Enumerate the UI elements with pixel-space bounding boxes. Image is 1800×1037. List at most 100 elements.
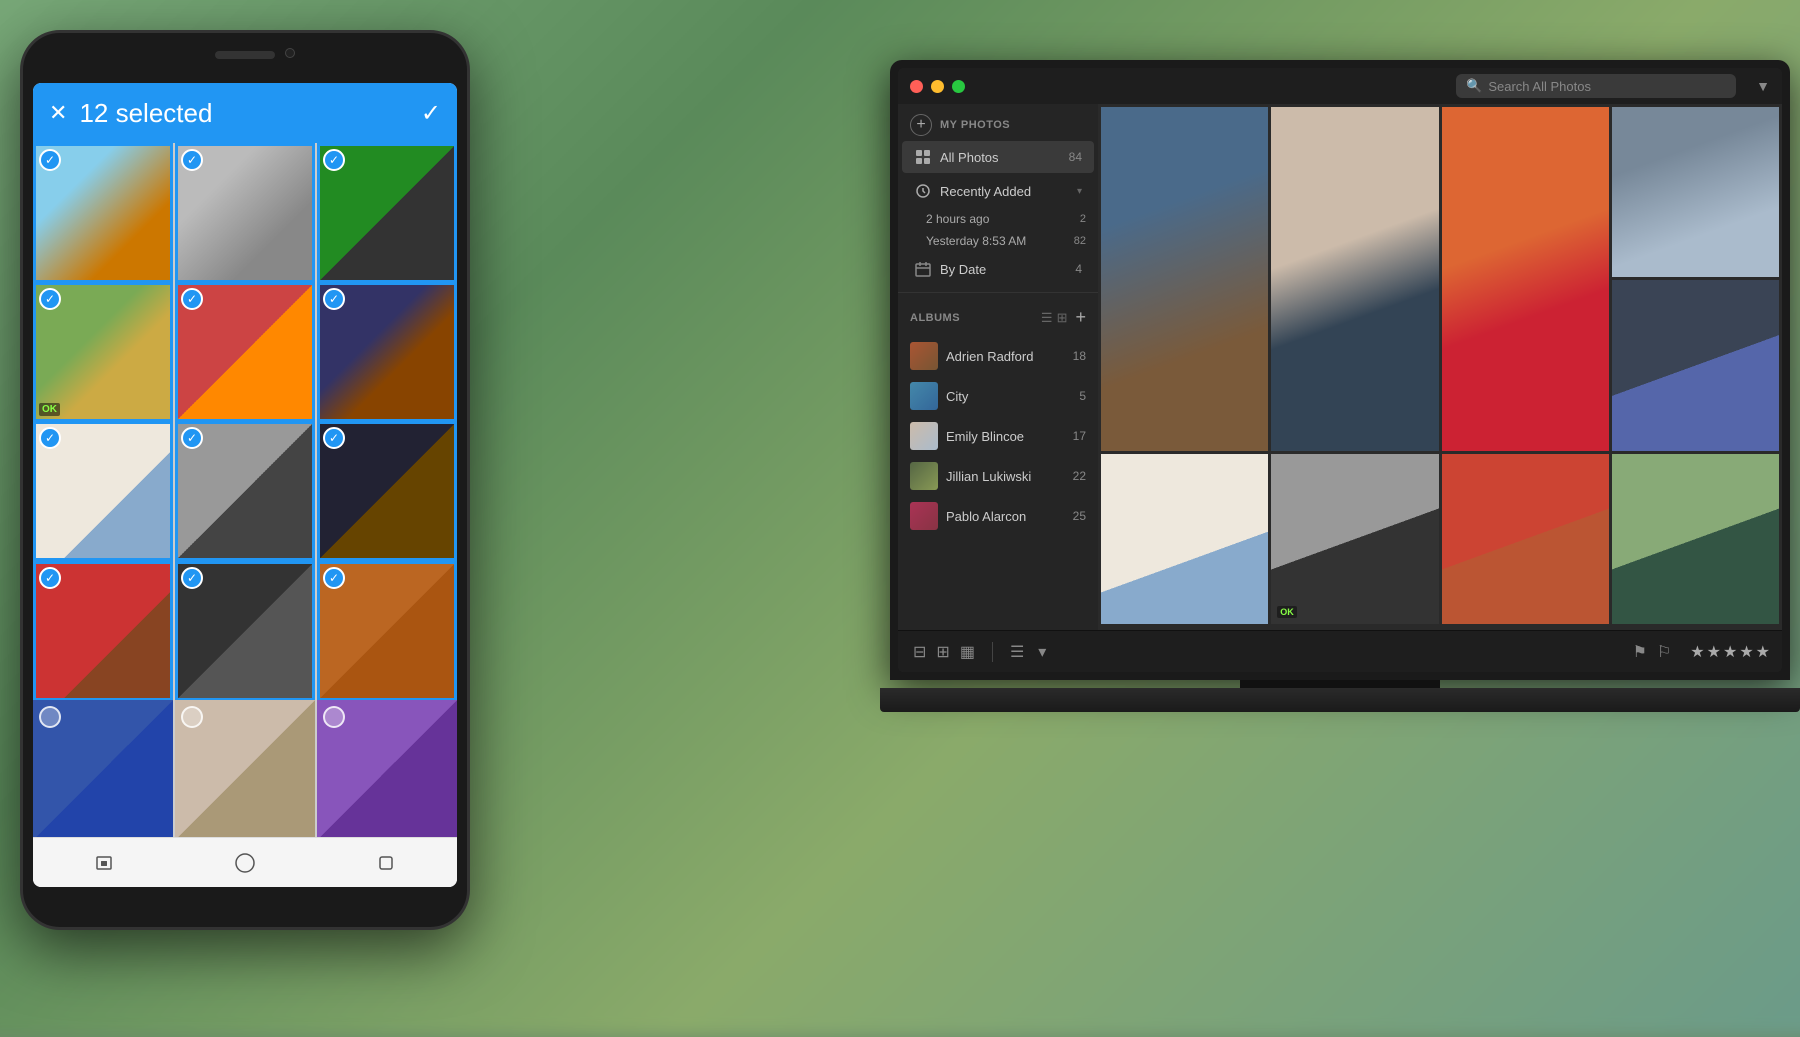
maximize-window-button[interactable]	[952, 80, 965, 93]
selection-badge	[181, 706, 203, 728]
sub-item-2-hours-ago[interactable]: 2 hours ago 2	[898, 208, 1098, 230]
grid-photo[interactable]	[1101, 454, 1268, 624]
album-count: 22	[1073, 469, 1086, 483]
laptop-screen: 🔍 Search All Photos ▼ + MY PHOTOS	[898, 68, 1782, 672]
sidebar-item-by-date[interactable]: By Date 4	[902, 253, 1094, 285]
photo-cell[interactable]: ✓	[317, 282, 457, 422]
laptop-screen-bezel: 🔍 Search All Photos ▼ + MY PHOTOS	[890, 60, 1790, 680]
photo-cell[interactable]: ✓	[317, 421, 457, 561]
flag-filled-icon[interactable]: ⚑	[1630, 639, 1650, 665]
phone-navigation-bar	[33, 837, 457, 887]
grid-photo[interactable]	[1612, 280, 1779, 450]
recent-apps-button[interactable]	[371, 848, 401, 878]
my-photos-section-header: + MY PHOTOS	[898, 104, 1098, 140]
album-thumbnail	[910, 342, 938, 370]
grid-photo[interactable]	[1101, 107, 1268, 451]
star-1[interactable]: ★	[1690, 642, 1704, 662]
album-item-pablo-alarcon[interactable]: Pablo Alarcon 25	[898, 496, 1098, 536]
photo-cell[interactable]	[33, 700, 173, 837]
star-rating[interactable]: ★ ★ ★ ★ ★	[1690, 642, 1770, 662]
close-icon[interactable]: ✕	[49, 100, 67, 126]
photo-cell[interactable]: ✓	[33, 561, 173, 701]
sidebar-item-all-photos[interactable]: All Photos 84	[902, 141, 1094, 173]
grid-view-icon[interactable]: ⊞	[933, 639, 952, 665]
filter-icon[interactable]: ▼	[1756, 78, 1770, 94]
grid-photo[interactable]	[1442, 107, 1609, 451]
album-item-adrien-radford[interactable]: Adrien Radford 18	[898, 336, 1098, 376]
laptop-content-area: + MY PHOTOS All Photos	[898, 104, 1782, 630]
photo-cell[interactable]: ✓	[33, 143, 173, 283]
search-bar[interactable]: 🔍 Search All Photos	[1456, 74, 1736, 98]
album-name: Pablo Alarcon	[946, 509, 1065, 524]
phone-screen: ✕ 12 selected ✓ ✓ ✓ ✓	[33, 83, 457, 887]
album-name: City	[946, 389, 1071, 404]
grid-photo[interactable]	[1442, 454, 1609, 624]
grid-photo[interactable]	[1612, 454, 1779, 624]
sub-item-label: 2 hours ago	[926, 212, 1072, 226]
phone-camera	[285, 48, 295, 58]
flag-icons-group: ⚑ ⚐	[1630, 639, 1675, 665]
star-3[interactable]: ★	[1723, 642, 1737, 662]
album-name: Emily Blincoe	[946, 429, 1065, 444]
photo-cell[interactable]	[175, 700, 315, 837]
photo-cell[interactable]: ✓	[175, 561, 315, 701]
star-4[interactable]: ★	[1739, 642, 1753, 662]
grid-photo[interactable]: OK	[1271, 454, 1438, 624]
star-5[interactable]: ★	[1756, 642, 1770, 662]
list-view-icon[interactable]: ☰	[1041, 310, 1053, 326]
albums-label: ALBUMS	[910, 312, 1037, 324]
selection-badge	[39, 706, 61, 728]
album-item-jillian-lukiwski[interactable]: Jillian Lukiwski 22	[898, 456, 1098, 496]
view-mode-group: ⊟ ⊞ ▦	[910, 639, 978, 665]
by-date-label: By Date	[940, 262, 1067, 277]
laptop-hinge	[1240, 680, 1440, 688]
photo-cell[interactable]: ✓	[317, 143, 457, 283]
photo-cell[interactable]: ✓	[175, 282, 315, 422]
albums-view-toggle[interactable]: ☰ ⊞	[1041, 310, 1068, 326]
photo-cell[interactable]: ✓	[33, 421, 173, 561]
album-count: 17	[1073, 429, 1086, 443]
back-nav-button[interactable]	[89, 848, 119, 878]
photo-cell[interactable]: ✓	[317, 561, 457, 701]
album-item-city[interactable]: City 5	[898, 376, 1098, 416]
home-nav-button[interactable]	[230, 848, 260, 878]
sub-item-yesterday[interactable]: Yesterday 8:53 AM 82	[898, 230, 1098, 252]
phone-body: ✕ 12 selected ✓ ✓ ✓ ✓	[20, 30, 470, 930]
star-2[interactable]: ★	[1707, 642, 1721, 662]
grid-view-icon[interactable]: ⊞	[1057, 310, 1068, 326]
selected-count-label: 12 selected	[79, 98, 212, 129]
sort-icon[interactable]: ☰	[1007, 639, 1027, 665]
album-item-emily-blincoe[interactable]: Emily Blincoe 17	[898, 416, 1098, 456]
my-photos-label: MY PHOTOS	[940, 119, 1010, 131]
album-count: 25	[1073, 509, 1086, 523]
phone-device: ✕ 12 selected ✓ ✓ ✓ ✓	[20, 30, 490, 970]
sort-arrow-icon[interactable]: ▾	[1035, 639, 1049, 665]
photo-cell[interactable]: ✓ OK	[33, 282, 173, 422]
flag-empty-icon[interactable]: ⚐	[1654, 639, 1674, 665]
columns-view-icon[interactable]: ▦	[957, 639, 978, 665]
grid-photo[interactable]	[1271, 107, 1438, 451]
calendar-icon	[914, 260, 932, 278]
selection-badge: ✓	[323, 567, 345, 589]
laptop-toolbar: ⊟ ⊞ ▦ ☰ ▾ ⚑ ⚐ ★ ★ ★ ★ ★	[898, 630, 1782, 672]
selection-badge: ✓	[39, 567, 61, 589]
toolbar-separator	[992, 642, 993, 662]
confirm-check-icon[interactable]: ✓	[421, 99, 441, 128]
close-window-button[interactable]	[910, 80, 923, 93]
grid-photo[interactable]	[1612, 107, 1779, 277]
sidebar-item-recently-added[interactable]: Recently Added ▾	[902, 175, 1094, 207]
main-photo-grid: OK	[1098, 104, 1782, 630]
ok-label: OK	[39, 403, 60, 416]
photo-cell[interactable]	[317, 700, 457, 837]
laptop-titlebar: 🔍 Search All Photos ▼	[898, 68, 1782, 104]
mosaic-view-icon[interactable]: ⊟	[910, 639, 929, 665]
photo-cell[interactable]: ✓	[175, 143, 315, 283]
phone-speaker	[215, 51, 275, 59]
add-album-button[interactable]: +	[1075, 307, 1086, 328]
album-count: 5	[1079, 389, 1086, 403]
photo-cell[interactable]: ✓	[175, 421, 315, 561]
add-photos-button[interactable]: +	[910, 114, 932, 136]
selection-badge	[323, 706, 345, 728]
all-photos-label: All Photos	[940, 150, 1061, 165]
minimize-window-button[interactable]	[931, 80, 944, 93]
